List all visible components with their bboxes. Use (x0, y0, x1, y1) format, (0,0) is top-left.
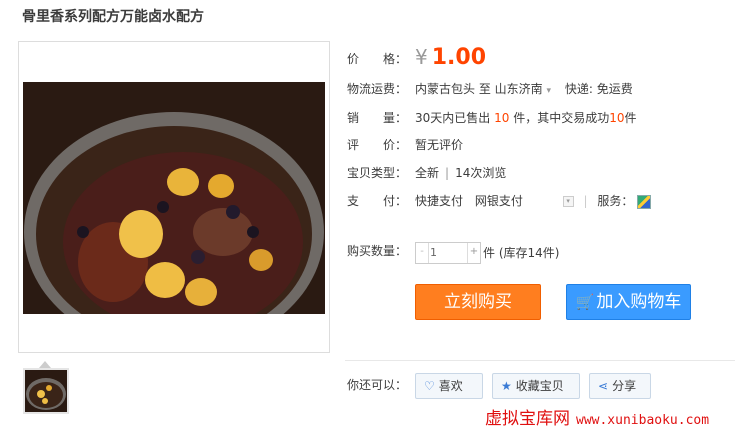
main-product-image[interactable] (18, 41, 330, 353)
watermark: 虚拟宝库网 www.xunibaoku.com (485, 404, 709, 429)
favorite-label: 收藏宝贝 (515, 379, 564, 393)
thumbnail-image[interactable] (23, 368, 69, 414)
shipping-to[interactable]: 至 山东济南 (479, 82, 543, 96)
review-value: 暂无评价 (415, 138, 464, 152)
sales-suffix: 件 (624, 111, 637, 125)
payment-row: 支 付： 快捷支付 网银支付 ▾ | 服务： (347, 191, 652, 211)
review-row: 评 价： 暂无评价 (347, 135, 463, 155)
shipping-label: 物流运费： (347, 82, 408, 96)
also-row: 你还可以： (347, 375, 413, 395)
quantity-stepper[interactable]: - 1 + (415, 242, 481, 264)
favorite-button[interactable]: ★ 收藏宝贝 (492, 373, 580, 399)
like-label: 喜欢 (438, 379, 463, 393)
express-fee: 快递: 免运费 (564, 82, 633, 96)
product-title: 骨里香系列配方万能卤水配方 (22, 9, 204, 25)
also-label: 你还可以： (347, 378, 408, 392)
payment-label: 支 付： (347, 194, 408, 208)
sales-label: 销 量： (347, 111, 408, 125)
share-label: 分享 (612, 379, 637, 393)
chevron-down-icon[interactable]: ▾ (547, 86, 552, 96)
quantity-input[interactable]: 1 (430, 243, 466, 263)
dropdown-icon[interactable]: ▾ (562, 196, 574, 207)
buy-now-button[interactable]: 立刻购买 (415, 284, 541, 320)
product-photo (23, 82, 325, 314)
payment-method-quick: 快捷支付 (415, 194, 464, 208)
stock-info: 件 (库存14件) (483, 246, 560, 260)
decrease-button[interactable]: - (416, 243, 429, 263)
divider (345, 360, 735, 361)
shipping-row: 物流运费： 内蒙古包头 至 山东济南 ▾ 快递: 免运费 (347, 79, 633, 99)
sales-prefix: 30天内已售出 (415, 111, 491, 125)
view-count: 14次浏览 (455, 166, 507, 180)
service-icon[interactable] (637, 194, 652, 209)
price-value: 1.00 (431, 45, 487, 70)
share-icon: ⋖ (598, 379, 609, 393)
price-label: 价 格： (347, 52, 408, 66)
type-label: 宝贝类型： (347, 166, 408, 180)
heart-icon: ♡ (424, 379, 435, 393)
cart-icon: 🛒 (575, 293, 595, 311)
sales-row: 销 量： 30天内已售出 10 件，其中交易成功10件 (347, 108, 637, 128)
currency-symbol: ¥ (415, 45, 428, 69)
thumbnail-pointer (39, 361, 51, 368)
star-icon: ★ (501, 379, 512, 393)
quantity-label: 购买数量： (347, 244, 408, 258)
item-condition: 全新 (415, 166, 440, 180)
increase-button[interactable]: + (467, 243, 480, 263)
price-row: 价 格： ¥1.00 (347, 44, 486, 74)
add-to-cart-button[interactable]: 🛒 加入购物车 (566, 284, 691, 320)
type-row: 宝贝类型： 全新 | 14次浏览 (347, 163, 506, 183)
like-button[interactable]: ♡ 喜欢 (415, 373, 483, 399)
success-count: 10 (609, 111, 625, 125)
payment-method-bank: 网银支付 (474, 194, 523, 208)
sales-mid: 件，其中交易成功 (513, 111, 610, 125)
shipping-from: 内蒙古包头 (415, 82, 476, 96)
service-label: 服务： (597, 194, 634, 208)
quantity-row: 购买数量： (347, 241, 413, 261)
watermark-cn: 虚拟宝库网 (485, 409, 570, 429)
share-button[interactable]: ⋖ 分享 (589, 373, 651, 399)
add-to-cart-label: 加入购物车 (596, 292, 682, 312)
watermark-url: www.xunibaoku.com (576, 413, 710, 428)
review-label: 评 价： (347, 138, 408, 152)
sold-count: 10 (494, 111, 510, 125)
